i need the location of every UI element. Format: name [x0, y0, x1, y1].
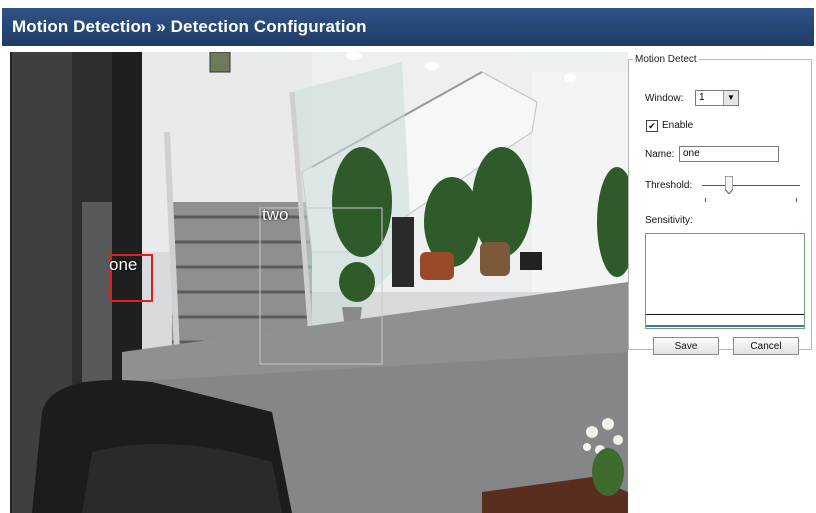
page-header: Motion Detection » Detection Configurati… [2, 8, 814, 46]
sensitivity-level-line [646, 314, 804, 315]
sensitivity-activity-line [646, 325, 804, 327]
name-label: Name: [645, 149, 675, 160]
motion-detect-legend: Motion Detect [635, 54, 697, 65]
threshold-label: Threshold: [645, 180, 693, 191]
page-title: Motion Detection » Detection Configurati… [12, 17, 367, 36]
motion-detect-panel: Motion Detect Window: 1 ▼ ✔ Enable Name:… [628, 52, 814, 513]
region-label-one: one [109, 255, 138, 274]
threshold-tick-min [705, 198, 706, 202]
enable-label: Enable [662, 120, 694, 131]
threshold-tick-max [796, 198, 797, 202]
cancel-button[interactable]: Cancel [733, 337, 799, 355]
camera-view[interactable]: one two [10, 52, 628, 513]
name-field[interactable]: one [679, 146, 779, 162]
save-button[interactable]: Save [653, 337, 719, 355]
motion-detect-group: Motion Detect Window: 1 ▼ ✔ Enable Name:… [628, 54, 812, 355]
sensitivity-graph [645, 233, 805, 329]
sensitivity-label: Sensitivity: [645, 215, 693, 226]
threshold-slider-thumb[interactable] [725, 176, 733, 194]
camera-scene [12, 52, 628, 513]
window-select[interactable]: 1 ▼ [695, 90, 739, 106]
chevron-down-icon[interactable]: ▼ [723, 91, 738, 105]
window-select-value: 1 [699, 92, 705, 103]
enable-checkbox[interactable]: ✔ [646, 120, 658, 132]
threshold-slider-track[interactable] [702, 185, 800, 186]
region-label-two: two [262, 205, 289, 224]
window-label: Window: [645, 93, 684, 104]
